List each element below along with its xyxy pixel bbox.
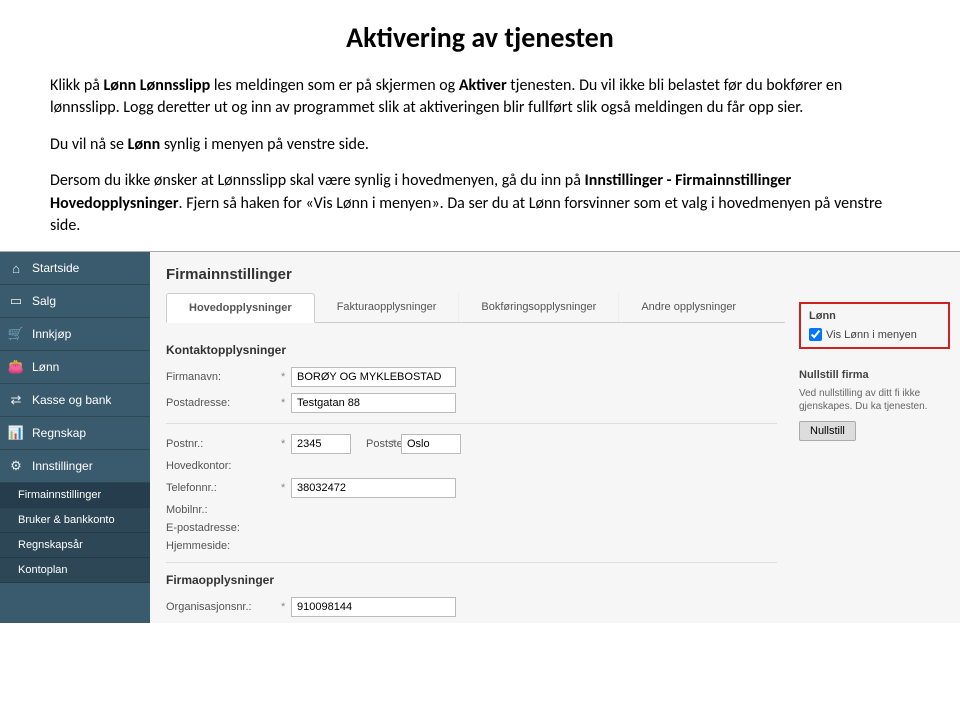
sidebar-item-label: Innstillinger	[32, 459, 93, 473]
tabs: Hovedopplysninger Fakturaopplysninger Bo…	[166, 293, 785, 323]
text-bold: Lønn	[128, 135, 161, 154]
text: les meldingen som er på skjermen og	[210, 76, 459, 95]
tab-fakturaopplysninger[interactable]: Fakturaopplysninger	[315, 293, 460, 322]
sidebar-sub-firmainnstillinger[interactable]: Firmainnstillinger	[0, 483, 150, 508]
input-postnr[interactable]	[291, 434, 351, 454]
label-poststed: Poststed:	[351, 438, 391, 450]
right-column: Lønn Vis Lønn i menyen Nullstill firma V…	[785, 252, 960, 623]
required-icon: *	[281, 601, 291, 613]
text: Klikk på	[50, 76, 104, 95]
input-telefonnr[interactable]	[291, 478, 456, 498]
vis-lonn-checkbox-row[interactable]: Vis Lønn i menyen	[809, 328, 940, 341]
label-epost: E-postadresse:	[166, 522, 281, 534]
sidebar-item-label: Lønn	[32, 360, 59, 374]
sidebar-item-label: Innkjøp	[32, 327, 71, 341]
sidebar-item-label: Regnskap	[32, 426, 86, 440]
nullstill-text: Ved nullstilling av ditt fi ikke gjenska…	[799, 387, 950, 413]
label-hovedkontor: Hovedkontor:	[166, 460, 281, 472]
required-icon: *	[281, 438, 291, 450]
sidebar-item-regnskap[interactable]: 📊 Regnskap	[0, 417, 150, 450]
label-postnr: Postnr.:	[166, 438, 281, 450]
payroll-icon: 👛	[8, 359, 24, 375]
vis-lonn-checkbox[interactable]	[809, 328, 822, 341]
required-icon: *	[281, 397, 291, 409]
text: Du vil nå se	[50, 135, 128, 154]
text-bold: Lønn Lønnsslipp	[104, 76, 211, 95]
vis-lonn-label: Vis Lønn i menyen	[826, 329, 917, 341]
tab-hovedopplysninger[interactable]: Hovedopplysninger	[166, 293, 315, 323]
input-orgnr[interactable]	[291, 597, 456, 617]
required-icon: *	[391, 438, 401, 450]
doc-paragraph-3: Dersom du ikke ønsker at Lønnsslipp skal…	[50, 170, 910, 237]
nullstill-title: Nullstill firma	[799, 369, 950, 381]
required-icon: *	[281, 482, 291, 494]
label-postadresse: Postadresse:	[166, 397, 281, 409]
bank-icon: ⇄	[8, 392, 24, 408]
section-firmaopplysninger: Firmaopplysninger	[166, 573, 777, 587]
section-kontaktopplysninger: Kontaktopplysninger	[166, 343, 777, 357]
sidebar-item-innstillinger[interactable]: ⚙ Innstillinger	[0, 450, 150, 483]
tab-andre-opplysninger[interactable]: Andre opplysninger	[619, 293, 758, 322]
page-title: Firmainnstillinger	[166, 266, 785, 283]
tab-bokforingsopplysninger[interactable]: Bokføringsopplysninger	[459, 293, 619, 322]
sidebar-sub-regnskapsar[interactable]: Regnskapsår	[0, 533, 150, 558]
required-icon: *	[281, 371, 291, 383]
text: synlig i menyen på venstre side.	[160, 135, 369, 154]
text-bold: Aktiver	[459, 76, 507, 95]
label-mobilnr: Mobilnr.:	[166, 504, 281, 516]
sidebar-sub-bruker-bankkonto[interactable]: Bruker & bankkonto	[0, 508, 150, 533]
doc-paragraph-2: Du vil nå se Lønn synlig i menyen på ven…	[50, 134, 910, 156]
sidebar-item-label: Kasse og bank	[32, 393, 111, 407]
sales-icon: ▭	[8, 293, 24, 309]
sidebar-item-salg[interactable]: ▭ Salg	[0, 285, 150, 318]
nullstill-button[interactable]: Nullstill	[799, 421, 856, 441]
doc-title: Aktivering av tjenesten	[50, 20, 910, 55]
divider	[166, 562, 777, 563]
input-poststed[interactable]	[401, 434, 461, 454]
lonn-box-title: Lønn	[809, 310, 940, 322]
sidebar-sub-kontoplan[interactable]: Kontoplan	[0, 558, 150, 583]
doc-paragraph-1: Klikk på Lønn Lønnsslipp les meldingen s…	[50, 75, 910, 120]
sidebar: ⌂ Startside ▭ Salg 🛒 Innkjøp 👛 Lønn ⇄ Ka…	[0, 252, 150, 623]
label-telefonnr: Telefonnr.:	[166, 482, 281, 494]
cart-icon: 🛒	[8, 326, 24, 342]
label-firmanavn: Firmanavn:	[166, 371, 281, 383]
sidebar-item-lonn[interactable]: 👛 Lønn	[0, 351, 150, 384]
sidebar-item-label: Startside	[32, 261, 79, 275]
home-icon: ⌂	[8, 260, 24, 276]
input-firmanavn[interactable]	[291, 367, 456, 387]
text: Dersom du ikke ønsker at Lønnsslipp skal…	[50, 171, 584, 190]
label-hjemmeside: Hjemmeside:	[166, 540, 281, 552]
sidebar-item-innkjop[interactable]: 🛒 Innkjøp	[0, 318, 150, 351]
label-orgnr: Organisasjonsnr.:	[166, 601, 281, 613]
sidebar-item-label: Salg	[32, 294, 56, 308]
divider	[166, 423, 777, 424]
main-content: Firmainnstillinger Hovedopplysninger Fak…	[150, 252, 785, 623]
lonn-box: Lønn Vis Lønn i menyen	[799, 302, 950, 349]
gear-icon: ⚙	[8, 458, 24, 474]
sidebar-item-startside[interactable]: ⌂ Startside	[0, 252, 150, 285]
input-postadresse[interactable]	[291, 393, 456, 413]
accounting-icon: 📊	[8, 425, 24, 441]
sidebar-item-kasse[interactable]: ⇄ Kasse og bank	[0, 384, 150, 417]
